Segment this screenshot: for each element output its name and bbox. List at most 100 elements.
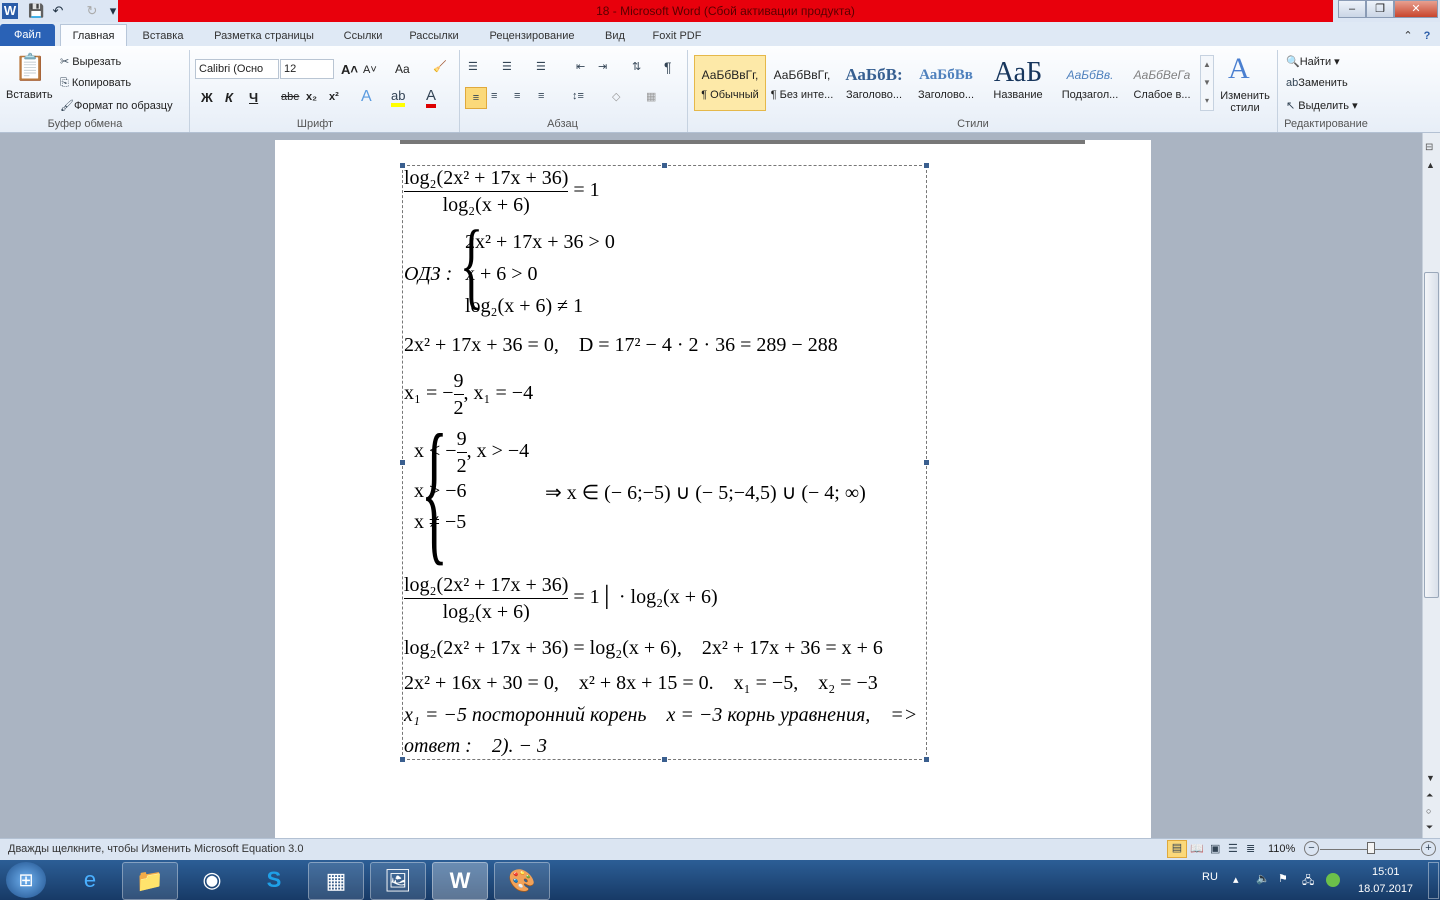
calculator-icon[interactable]: ▦ bbox=[308, 862, 364, 900]
explorer-icon[interactable]: 📁 bbox=[122, 862, 178, 900]
cut-button[interactable]: ✂ Вырезать bbox=[60, 55, 121, 68]
tab-home[interactable]: Главная bbox=[60, 24, 127, 47]
previous-page-icon[interactable]: ⏶ bbox=[1426, 790, 1433, 801]
sort-icon[interactable]: ⇅ bbox=[632, 60, 641, 73]
tab-view[interactable]: Вид bbox=[598, 26, 632, 46]
change-styles-icon[interactable]: A bbox=[1228, 52, 1250, 86]
tab-foxit-pdf[interactable]: Foxit PDF bbox=[646, 26, 708, 46]
change-case-button[interactable]: Aa bbox=[395, 62, 410, 76]
tab-insert[interactable]: Вставка bbox=[135, 26, 191, 46]
maximize-button[interactable]: ❐ bbox=[1366, 0, 1394, 18]
style-heading-2[interactable]: АаБбВв Заголово... bbox=[910, 55, 982, 111]
resize-handle[interactable] bbox=[924, 757, 929, 762]
text-effects-icon[interactable]: A bbox=[361, 88, 372, 106]
find-button[interactable]: 🔍Найти ▾ bbox=[1286, 55, 1340, 68]
highlight-icon[interactable]: ab bbox=[391, 88, 406, 107]
skype-icon[interactable]: S bbox=[246, 862, 302, 900]
resize-handle[interactable] bbox=[662, 163, 667, 168]
minimize-button[interactable]: – bbox=[1338, 0, 1366, 18]
copy-button[interactable]: ⎘ Копировать bbox=[60, 77, 131, 90]
borders-icon[interactable]: ▦ bbox=[646, 90, 656, 103]
align-left-icon[interactable]: ≡ bbox=[465, 87, 487, 109]
change-styles-button[interactable]: Изменить стили bbox=[1219, 90, 1271, 114]
scroll-down-icon[interactable]: ▼ bbox=[1426, 773, 1435, 783]
grow-font-button[interactable]: A˄ bbox=[341, 62, 358, 77]
tab-file[interactable]: Файл bbox=[0, 24, 55, 46]
multilevel-list-icon[interactable]: ☰ bbox=[536, 60, 546, 73]
format-painter-button[interactable]: 🖌Формат по образцу bbox=[60, 99, 173, 112]
resize-handle[interactable] bbox=[662, 757, 667, 762]
volume-icon[interactable]: 🔈 bbox=[1256, 872, 1270, 885]
font-size-combo[interactable]: 12 bbox=[280, 59, 334, 79]
line-spacing-icon[interactable]: ↕≡ bbox=[572, 90, 584, 102]
save-icon[interactable]: 💾 bbox=[28, 3, 44, 19]
next-page-icon[interactable]: ⏷ bbox=[1426, 822, 1433, 833]
web-layout-icon[interactable]: ▣ bbox=[1210, 842, 1220, 855]
word-app-icon[interactable]: W bbox=[2, 3, 18, 19]
bold-button[interactable]: Ж bbox=[201, 90, 213, 105]
word-taskbar-icon[interactable]: W bbox=[432, 862, 488, 900]
justify-icon[interactable]: ≡ bbox=[538, 90, 544, 102]
increase-indent-icon[interactable]: ⇥ bbox=[598, 60, 607, 73]
clock-date[interactable]: 18.07.2017 bbox=[1358, 883, 1413, 895]
internet-explorer-icon[interactable]: e bbox=[62, 862, 118, 900]
style-heading-1[interactable]: АаБбВ: Заголово... bbox=[838, 55, 910, 111]
style-no-spacing[interactable]: АаБбВвГг, ¶ Без инте... bbox=[766, 55, 838, 111]
show-desktop-button[interactable] bbox=[1428, 862, 1439, 899]
style-normal[interactable]: АаБбВвГг, ¶ Обычный bbox=[694, 55, 766, 111]
scroll-up-icon[interactable]: ▲ bbox=[1426, 160, 1435, 170]
font-color-icon[interactable]: A bbox=[426, 87, 437, 108]
network-icon[interactable]: 🖧 bbox=[1302, 872, 1314, 891]
zoom-level[interactable]: 110% bbox=[1268, 843, 1295, 855]
outline-icon[interactable]: ☰ bbox=[1228, 842, 1238, 855]
tray-app-icon[interactable] bbox=[1326, 873, 1340, 887]
superscript-button[interactable]: x² bbox=[329, 91, 339, 103]
italic-button[interactable]: К bbox=[225, 90, 233, 105]
tab-review[interactable]: Рецензирование bbox=[480, 26, 584, 46]
photo-viewer-icon[interactable]: 🖼 bbox=[370, 862, 426, 900]
decrease-indent-icon[interactable]: ⇤ bbox=[576, 60, 585, 73]
style-title[interactable]: АаБ Название bbox=[982, 55, 1054, 111]
resize-handle[interactable] bbox=[400, 460, 405, 465]
action-center-icon[interactable]: ⚑ bbox=[1278, 872, 1288, 885]
zoom-in-icon[interactable]: + bbox=[1421, 841, 1436, 856]
ruler-toggle-icon[interactable]: ⊟ bbox=[1425, 142, 1433, 153]
paste-button[interactable]: Вставить bbox=[6, 89, 53, 101]
tab-page-layout[interactable]: Разметка страницы bbox=[205, 26, 323, 46]
strikethrough-button[interactable]: abe bbox=[281, 91, 299, 103]
close-button[interactable]: ✕ bbox=[1394, 0, 1438, 18]
print-layout-icon[interactable]: ▤ bbox=[1167, 840, 1187, 858]
minimize-ribbon-icon[interactable]: ⌃ bbox=[1400, 26, 1416, 46]
numbering-icon[interactable]: ☰ bbox=[502, 60, 512, 73]
style-subtitle[interactable]: АаБбВв. Подзагол... bbox=[1054, 55, 1126, 111]
subscript-button[interactable]: x₂ bbox=[306, 91, 317, 103]
redo-icon[interactable]: ↻ bbox=[84, 3, 100, 19]
chrome-icon[interactable]: ◉ bbox=[184, 862, 240, 900]
paste-icon[interactable]: 📋 bbox=[14, 52, 46, 86]
styles-scroll[interactable]: ▲ ▼ ▾ bbox=[1200, 55, 1214, 111]
underline-button[interactable]: Ч bbox=[249, 90, 258, 105]
full-screen-reading-icon[interactable]: 📖 bbox=[1190, 842, 1204, 855]
zoom-slider-thumb[interactable] bbox=[1367, 842, 1375, 854]
show-marks-icon[interactable]: ¶ bbox=[664, 59, 672, 75]
show-hidden-icons[interactable]: ▴ bbox=[1233, 873, 1239, 886]
start-button[interactable]: ⊞ bbox=[6, 862, 46, 898]
resize-handle[interactable] bbox=[924, 163, 929, 168]
style-subtle-emphasis[interactable]: АаБбВеГа Слабое в... bbox=[1126, 55, 1198, 111]
zoom-out-icon[interactable]: − bbox=[1304, 841, 1319, 856]
tab-mailings[interactable]: Рассылки bbox=[402, 26, 466, 46]
clear-formatting-icon[interactable]: 🧹 bbox=[433, 60, 447, 73]
browse-object-icon[interactable]: ○ bbox=[1426, 806, 1431, 816]
scrollbar-thumb[interactable] bbox=[1424, 272, 1439, 598]
replace-button[interactable]: abЗаменить bbox=[1286, 77, 1348, 89]
draft-icon[interactable]: ≣ bbox=[1246, 842, 1255, 855]
undo-icon[interactable]: ↶ bbox=[50, 3, 66, 19]
clock-time[interactable]: 15:01 bbox=[1372, 866, 1400, 878]
shading-icon[interactable]: ◇ bbox=[612, 90, 620, 103]
paint-icon[interactable]: 🎨 bbox=[494, 862, 550, 900]
help-icon[interactable]: ? bbox=[1418, 26, 1436, 46]
bullets-icon[interactable]: ☰ bbox=[468, 60, 478, 73]
font-name-combo[interactable]: Calibri (Осно bbox=[195, 59, 279, 79]
resize-handle[interactable] bbox=[924, 460, 929, 465]
align-center-icon[interactable]: ≡ bbox=[491, 90, 497, 102]
